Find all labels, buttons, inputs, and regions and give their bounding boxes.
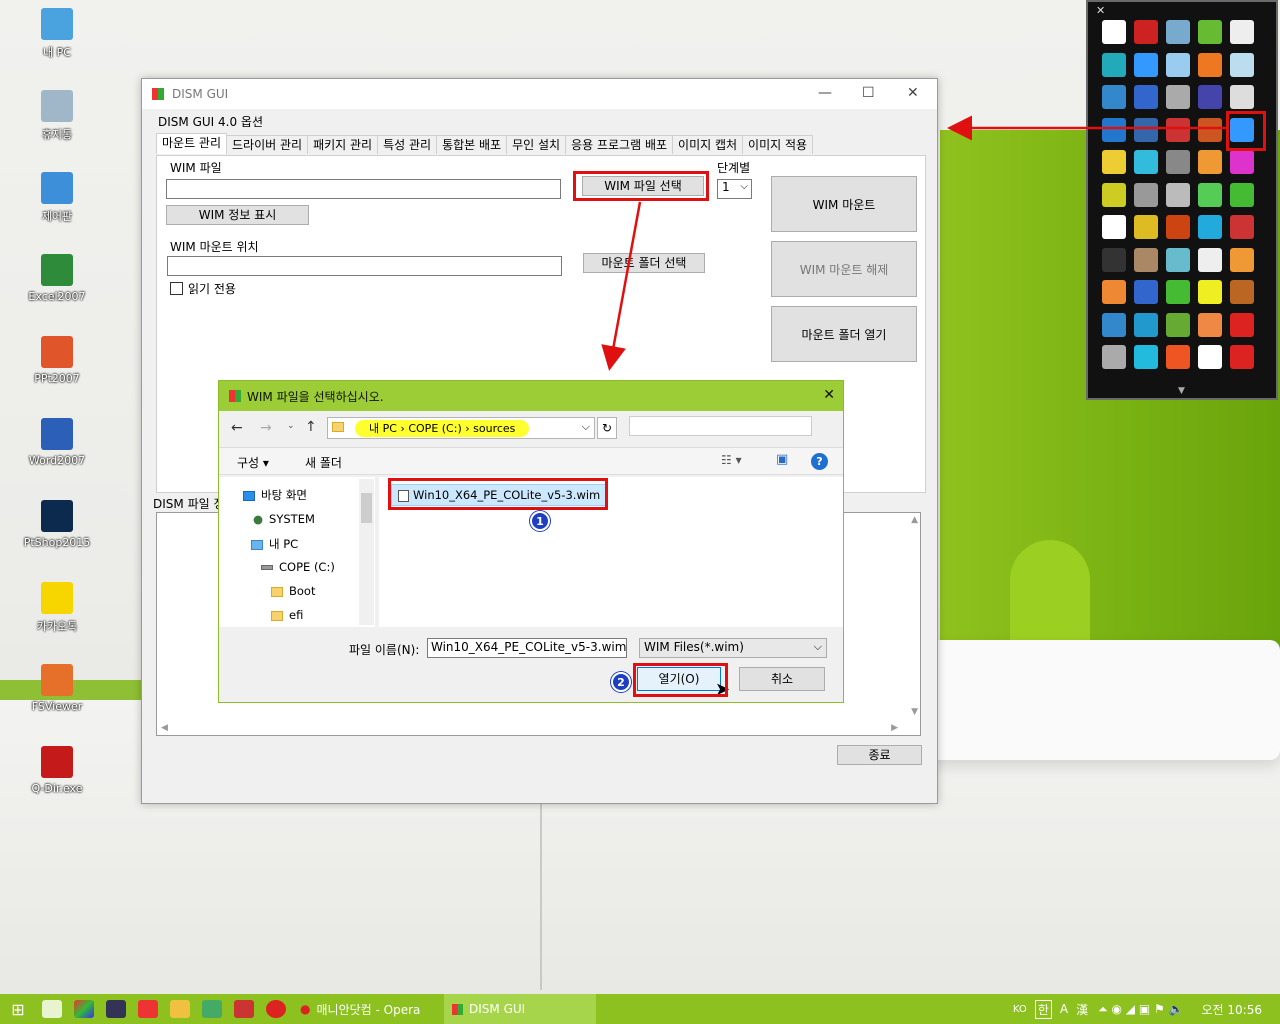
- filter-select[interactable]: WIM Files(*.wim) ⌵: [639, 638, 827, 658]
- close-button[interactable]: ✕: [823, 387, 835, 403]
- search-input[interactable]: [629, 416, 812, 436]
- organize-button[interactable]: 구성 ▾: [237, 454, 269, 471]
- scroll-thumb[interactable]: [361, 493, 372, 523]
- quicklaunch-icon-folder[interactable]: [170, 1000, 190, 1018]
- folder-icon: [271, 586, 283, 597]
- filename-value: Win10_X64_PE_COLite_v5-3.wim: [431, 640, 627, 654]
- tree-item-efi[interactable]: efi: [271, 608, 303, 622]
- refresh-icon[interactable]: ↻: [597, 417, 617, 439]
- up-icon[interactable]: ↑: [305, 419, 317, 435]
- folder-icon: [271, 610, 283, 621]
- step-2-badge: 2: [611, 672, 631, 692]
- quicklaunch-icon-tool[interactable]: [202, 1000, 222, 1018]
- tree-item-pc[interactable]: 내 PC: [251, 536, 298, 552]
- task-label: DISM GUI: [469, 1002, 526, 1016]
- open-file-dialog: WIM 파일을 선택하십시오. ✕ ← → ⌄ ↑ 내 PC › COPE (C…: [218, 380, 844, 703]
- quicklaunch-icon-app[interactable]: [234, 1000, 254, 1018]
- view-options-icon[interactable]: ☷ ▾: [721, 453, 742, 467]
- highlight-file-item: [388, 478, 608, 510]
- tree-item-desktop[interactable]: 바탕 화면: [243, 487, 307, 503]
- step-1-badge: 1: [530, 511, 550, 531]
- filter-value: WIM Files(*.wim): [644, 640, 744, 654]
- app-icon: [229, 390, 241, 402]
- help-icon[interactable]: ?: [811, 453, 828, 470]
- desktop-folder-icon: [243, 490, 255, 501]
- chevron-down-icon: ⌵: [813, 640, 822, 653]
- task-dism-gui[interactable]: DISM GUI: [444, 994, 596, 1024]
- forward-icon[interactable]: →: [260, 420, 272, 436]
- recent-chevron-icon[interactable]: ⌄: [287, 421, 295, 431]
- dialog-title-bar: WIM 파일을 선택하십시오. ✕: [219, 381, 843, 411]
- quicklaunch-icon-monitor[interactable]: [106, 1000, 126, 1018]
- tree-label: 내 PC: [269, 537, 299, 551]
- system-tray: KO 한 A 漢 ⏶ ◉ ◢ ▣ ⚑ 🔈 오전 10:56: [1013, 994, 1280, 1024]
- tree-label: efi: [289, 608, 304, 622]
- clock[interactable]: 오전 10:56: [1202, 1001, 1262, 1018]
- user-icon: ●: [253, 512, 264, 526]
- tree-scrollbar[interactable]: [359, 479, 374, 625]
- tree-item-system[interactable]: ● SYSTEM: [253, 512, 315, 526]
- tray-icons[interactable]: ⏶ ◉ ◢ ▣ ⚑ 🔈: [1098, 1002, 1183, 1017]
- address-bar[interactable]: 내 PC › COPE (C:) › sources ⌵: [327, 417, 595, 439]
- tree-item-boot[interactable]: Boot: [271, 584, 315, 598]
- tree-label: SYSTEM: [269, 512, 315, 526]
- organize-label: 구성: [237, 456, 260, 470]
- lang-indicator[interactable]: 한: [1034, 999, 1052, 1019]
- ime-indicator[interactable]: KO: [1013, 1004, 1027, 1015]
- quicklaunch-icon-opera[interactable]: [266, 1000, 286, 1018]
- cancel-button[interactable]: 취소: [739, 667, 825, 691]
- dialog-toolbar: 구성 ▾ 새 폴더 ☷ ▾ ▣ ?: [219, 447, 843, 475]
- breadcrumb: 내 PC › COPE (C:) › sources: [355, 420, 530, 437]
- highlight-open-button: [633, 663, 728, 697]
- quicklaunch-icon-explorer[interactable]: [42, 1000, 62, 1018]
- tree-label: Boot: [289, 584, 316, 598]
- preview-pane-icon[interactable]: ▣: [776, 452, 788, 467]
- quicklaunch-icon-color[interactable]: [74, 1000, 94, 1018]
- quicklaunch-icon-power[interactable]: [138, 1000, 158, 1018]
- opera-icon: ●: [300, 1002, 311, 1016]
- ime-a-icon[interactable]: A: [1060, 1002, 1068, 1016]
- taskbar: ⊞ ● 매니안닷컴 - Opera DISM GUI KO 한 A 漢 ⏶ ◉ ◢…: [0, 994, 1280, 1024]
- hanja-icon[interactable]: 漢: [1076, 1001, 1088, 1018]
- breadcrumb-pc[interactable]: 내 PC: [369, 422, 397, 435]
- arrow-to-dialog: [601, 201, 642, 371]
- drive-icon: [261, 565, 273, 570]
- folder-icon: [332, 422, 344, 432]
- tree-label: 바탕 화면: [261, 488, 307, 502]
- breadcrumb-drive[interactable]: COPE (C:): [408, 422, 461, 435]
- tree-label: COPE (C:): [279, 560, 335, 574]
- chevron-down-icon[interactable]: ⌵: [582, 420, 590, 434]
- filename-input[interactable]: Win10_X64_PE_COLite_v5-3.wim: [427, 638, 627, 658]
- breadcrumb-sources[interactable]: sources: [473, 422, 515, 435]
- navigation-tree: 바탕 화면 ● SYSTEM 내 PC COPE (C:) Boot efi: [219, 477, 375, 627]
- filename-label: 파일 이름(N):: [349, 643, 420, 657]
- task-opera[interactable]: ● 매니안닷컴 - Opera: [292, 994, 444, 1024]
- tree-item-drive[interactable]: COPE (C:): [261, 560, 335, 574]
- task-label: 매니안닷컴 - Opera: [316, 1002, 421, 1017]
- back-icon[interactable]: ←: [231, 420, 243, 436]
- dialog-title: WIM 파일을 선택하십시오.: [247, 389, 384, 404]
- start-button[interactable]: ⊞: [0, 1000, 36, 1019]
- pc-icon: [251, 539, 263, 550]
- app-icon: [452, 1003, 463, 1015]
- new-folder-button[interactable]: 새 폴더: [305, 454, 342, 471]
